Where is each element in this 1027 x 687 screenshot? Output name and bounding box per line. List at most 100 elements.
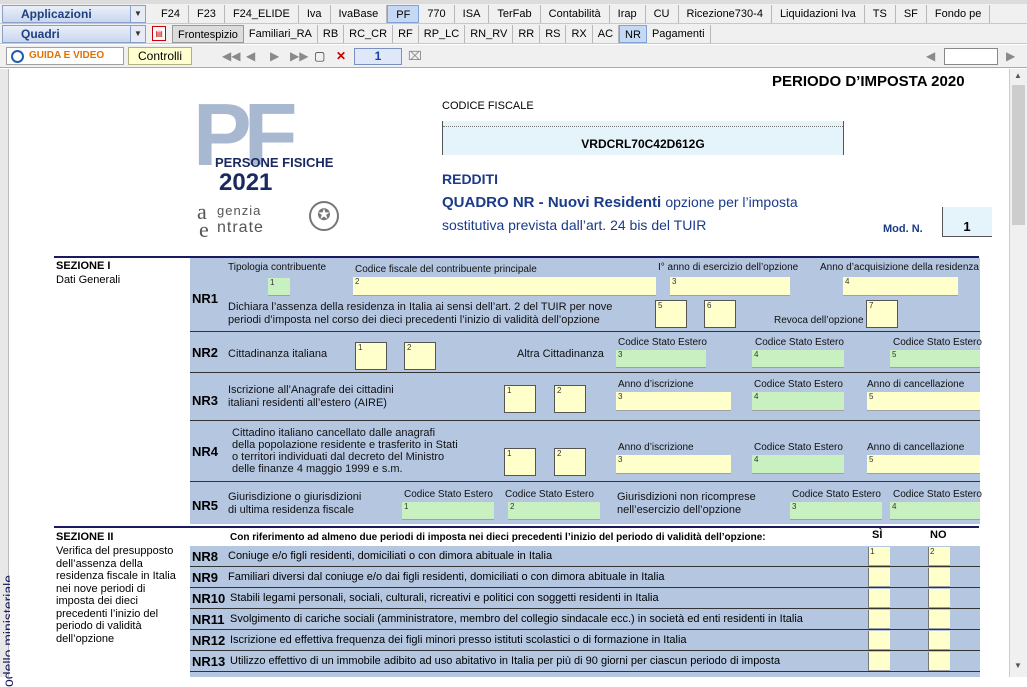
si-checkbox[interactable] xyxy=(868,568,890,587)
prev-page-icon[interactable]: ◀ xyxy=(246,49,255,63)
nr4-field-5[interactable]: 5 xyxy=(867,455,980,474)
nr2-field-3[interactable]: 3 xyxy=(616,350,706,368)
tab-sf[interactable]: SF xyxy=(896,5,927,23)
sez2-row-text: Svolgimento di cariche sociali (amminist… xyxy=(230,613,803,625)
nr3-l2: italiani residenti all’estero (AIRE) xyxy=(228,397,387,409)
nr1-field-3[interactable]: 3 xyxy=(670,277,790,296)
tab-isa[interactable]: ISA xyxy=(455,5,490,23)
si-checkbox[interactable] xyxy=(868,652,890,671)
nr3-field-3[interactable]: 3 xyxy=(616,392,731,411)
no-checkbox[interactable] xyxy=(928,568,950,587)
scroll-up-icon[interactable]: ▲ xyxy=(1014,71,1022,80)
scroll-down-icon[interactable]: ▼ xyxy=(1014,661,1022,670)
redditi-label: REDDITI xyxy=(442,171,498,187)
nr2-field-2[interactable]: 2 xyxy=(404,342,436,370)
scroll-right-icon[interactable]: ▶ xyxy=(1006,49,1015,63)
nr5-field-3[interactable]: 3 xyxy=(790,502,882,520)
nr4-field-4[interactable]: 4 xyxy=(752,455,844,474)
last-page-icon[interactable]: ▶▶ xyxy=(290,49,308,63)
sez2-row-code: NR8 xyxy=(192,549,219,564)
controlli-button[interactable]: Controlli xyxy=(128,47,192,65)
scrollbar-thumb[interactable] xyxy=(1012,85,1025,225)
no-checkbox[interactable]: 2 xyxy=(928,547,950,566)
quadri-combo[interactable]: Quadri ▼ xyxy=(2,25,146,43)
quadro-tab-rp-lc[interactable]: RP_LC xyxy=(419,25,466,43)
tab-terfab[interactable]: TerFab xyxy=(489,5,541,23)
nr3-field-2[interactable]: 2 xyxy=(554,385,586,413)
nr1-field-5[interactable]: 5 xyxy=(655,300,687,328)
si-checkbox[interactable] xyxy=(868,589,890,608)
quadro-tab-rc-cr[interactable]: RC_CR xyxy=(344,25,394,43)
tab-cu[interactable]: CU xyxy=(646,5,679,23)
pdf-icon[interactable]: ▤ xyxy=(152,26,166,41)
tab-ivabase[interactable]: IvaBase xyxy=(331,5,388,23)
new-page-icon[interactable]: ▢ xyxy=(314,49,325,63)
nr5-field-1[interactable]: 1 xyxy=(402,502,494,520)
vertical-scrollbar[interactable]: ▲ ▼ xyxy=(1009,69,1027,677)
mod-field[interactable]: 1 xyxy=(942,207,992,237)
next-page-icon[interactable]: ▶ xyxy=(270,49,279,63)
quadro-tab-rs[interactable]: RS xyxy=(540,25,567,43)
tab-f24[interactable]: F24 xyxy=(153,5,189,23)
nr4-anno-cancellazione: Anno di cancellazione xyxy=(867,442,965,453)
quadro-tab-rf[interactable]: RF xyxy=(393,25,419,43)
nr2-field-5[interactable]: 5 xyxy=(890,350,980,368)
scroll-left-icon[interactable]: ◀ xyxy=(926,49,935,63)
nr1-field-4[interactable]: 4 xyxy=(843,277,958,296)
quadro-tab-frontespizio[interactable]: Frontespizio xyxy=(172,25,244,43)
quadro-tab-rn-rv[interactable]: RN_RV xyxy=(465,25,514,43)
si-checkbox[interactable] xyxy=(868,631,890,650)
delete-page-icon[interactable]: ✕ xyxy=(336,49,346,63)
no-checkbox[interactable] xyxy=(928,652,950,671)
logo-persone-fisiche: PERSONE FISICHE xyxy=(215,155,334,170)
tab-f24-elide[interactable]: F24_ELIDE xyxy=(225,5,299,23)
si-checkbox[interactable]: 1 xyxy=(868,547,890,566)
tab-fondo-pe[interactable]: Fondo pe xyxy=(927,5,991,23)
tab-irap[interactable]: Irap xyxy=(610,5,646,23)
nr1-field-1[interactable]: 1 xyxy=(268,278,290,296)
nr2-field-1[interactable]: 1 xyxy=(355,342,387,370)
nr1-field-7[interactable]: 7 xyxy=(866,300,898,328)
page-number-field[interactable]: 1 xyxy=(354,48,402,65)
nr3-field-5[interactable]: 5 xyxy=(867,392,980,411)
chevron-down-icon[interactable]: ▼ xyxy=(130,26,145,42)
nr3-field-4[interactable]: 4 xyxy=(752,392,844,411)
nr1-field-6[interactable]: 6 xyxy=(704,300,736,328)
tab-ricezione730-4[interactable]: Ricezione730-4 xyxy=(679,5,772,23)
quadro-tab-nr[interactable]: NR xyxy=(619,25,647,43)
cf-field[interactable]: VRDCRL70C42D612G xyxy=(442,121,844,155)
quadro-tab-rr[interactable]: RR xyxy=(513,25,541,43)
nr4-field-3[interactable]: 3 xyxy=(616,455,731,474)
nr4-field-1[interactable]: 1 xyxy=(504,448,536,476)
quadro-tab-ac[interactable]: AC xyxy=(593,25,620,43)
sez2-desc-line: periodo di validità xyxy=(56,620,142,632)
applications-combo[interactable]: Applicazioni ▼ xyxy=(2,5,146,23)
nr2-field-4[interactable]: 4 xyxy=(752,350,844,368)
nr5-field-4[interactable]: 4 xyxy=(890,502,980,520)
nr3-l1: Iscrizione all’Anagrafe dei cittadini xyxy=(228,384,394,396)
si-checkbox[interactable] xyxy=(868,610,890,629)
nr3-field-1[interactable]: 1 xyxy=(504,385,536,413)
quadro-tab-pagamenti[interactable]: Pagamenti xyxy=(647,25,711,43)
no-checkbox[interactable] xyxy=(928,610,950,629)
tab-770[interactable]: 770 xyxy=(419,5,455,23)
tab-pf[interactable]: PF xyxy=(387,5,420,23)
first-page-icon[interactable]: ◀◀ xyxy=(222,49,240,63)
nr1-field-2[interactable]: 2 xyxy=(353,277,656,296)
nr5-field-2[interactable]: 2 xyxy=(508,502,600,520)
tab-liquidazioni-iva[interactable]: Liquidazioni Iva xyxy=(772,5,865,23)
clear-icon[interactable]: ⌧ xyxy=(408,49,422,63)
no-checkbox[interactable] xyxy=(928,589,950,608)
tab-f23[interactable]: F23 xyxy=(189,5,225,23)
nr4-field-2[interactable]: 2 xyxy=(554,448,586,476)
tab-ts[interactable]: TS xyxy=(865,5,896,23)
tab-contabilit-[interactable]: Contabilità xyxy=(541,5,610,23)
quadro-tab-familiari-ra[interactable]: Familiari_RA xyxy=(244,25,318,43)
quadro-tab-rx[interactable]: RX xyxy=(566,25,593,43)
quadro-tab-rb[interactable]: RB xyxy=(318,25,345,43)
chevron-down-icon[interactable]: ▼ xyxy=(130,6,145,22)
guida-video-button[interactable]: GUIDA E VIDEO xyxy=(6,47,124,65)
search-page-field[interactable] xyxy=(944,48,998,65)
tab-iva[interactable]: Iva xyxy=(299,5,331,23)
no-checkbox[interactable] xyxy=(928,631,950,650)
